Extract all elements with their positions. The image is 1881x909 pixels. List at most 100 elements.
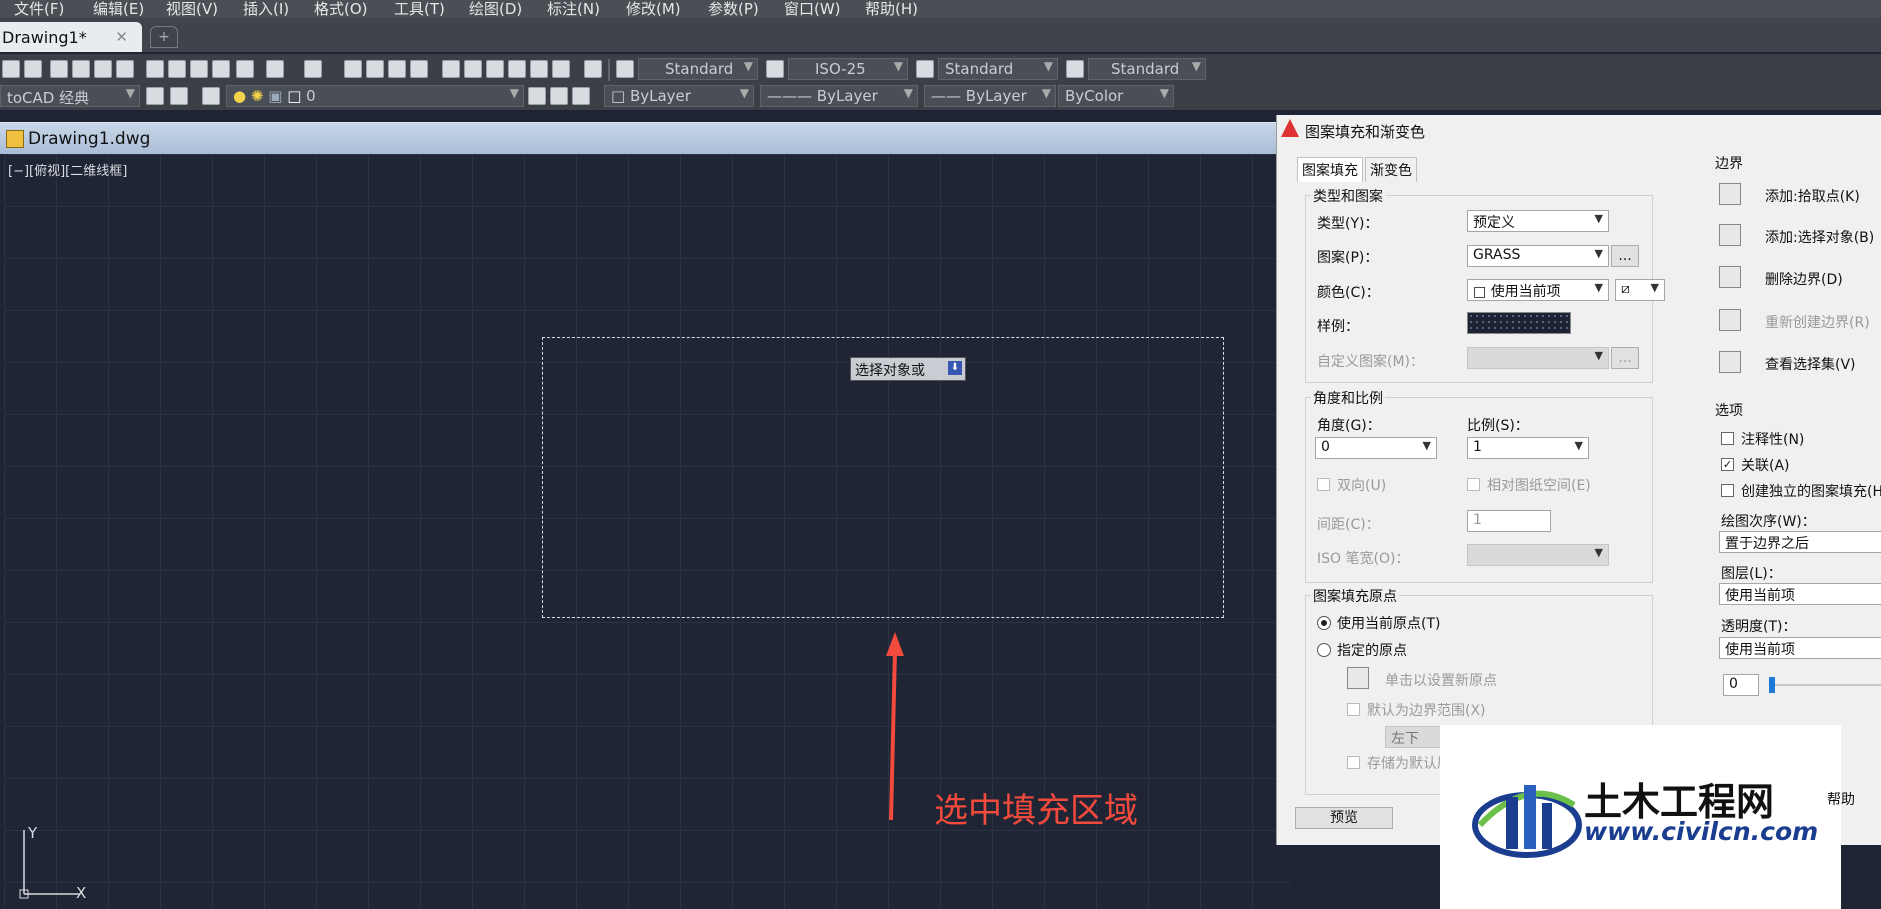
- menu-file[interactable]: 文件(F): [14, 0, 64, 19]
- customize-icon[interactable]: [170, 87, 188, 105]
- separate-hatches-checkbox[interactable]: [1721, 484, 1734, 497]
- view-selections-icon[interactable]: [1719, 351, 1741, 373]
- table-style-select[interactable]: Standard ▼: [938, 58, 1058, 80]
- spacing-input[interactable]: 1: [1467, 510, 1551, 532]
- dim-style-icon[interactable]: [766, 60, 784, 78]
- down-arrow-icon[interactable]: ⬇: [948, 361, 962, 375]
- print-preview-icon[interactable]: [72, 60, 90, 78]
- lineweight-select[interactable]: —— ByLayer ▼: [924, 85, 1056, 107]
- draw-order-select[interactable]: 置于边界之后: [1719, 531, 1881, 553]
- dim-style-select[interactable]: ISO-25 ▼: [788, 58, 908, 80]
- match-properties-icon[interactable]: [212, 60, 230, 78]
- remove-boundaries-button[interactable]: 删除边界(D): [1765, 269, 1843, 289]
- transparency-slider-thumb[interactable]: [1769, 677, 1775, 693]
- block-editor-icon[interactable]: [236, 60, 254, 78]
- menu-view[interactable]: 视图(V): [166, 0, 218, 19]
- cut-icon[interactable]: [146, 60, 164, 78]
- add-pick-points-icon[interactable]: [1719, 183, 1741, 205]
- transparency-select[interactable]: 使用当前项: [1719, 637, 1881, 659]
- layer-select[interactable]: ● ✺ ▣ □ 0 ▼: [226, 85, 524, 107]
- remove-boundaries-icon[interactable]: [1719, 266, 1741, 288]
- default-extent-checkbox[interactable]: [1347, 703, 1360, 716]
- zoom-window-icon[interactable]: [388, 60, 406, 78]
- pattern-browse-button[interactable]: ...: [1611, 245, 1639, 267]
- design-center-icon[interactable]: [464, 60, 482, 78]
- menu-insert[interactable]: 插入(I): [243, 0, 289, 19]
- text-style-select[interactable]: Standard ▼: [638, 58, 758, 80]
- add-pick-points-button[interactable]: 添加:拾取点(K): [1765, 186, 1860, 206]
- pan-icon[interactable]: [344, 60, 362, 78]
- menu-dimension[interactable]: 标注(N): [547, 0, 600, 19]
- linetype-select[interactable]: ——— ByLayer ▼: [760, 85, 918, 107]
- custom-pattern-browse-button[interactable]: ...: [1611, 347, 1639, 369]
- pattern-sample-swatch[interactable]: [1467, 312, 1571, 334]
- relative-paper-checkbox[interactable]: [1467, 478, 1480, 491]
- layer-state-icon[interactable]: [572, 87, 590, 105]
- multileader-style-icon[interactable]: [1066, 60, 1084, 78]
- specified-origin-radio[interactable]: [1317, 643, 1331, 657]
- viewport-controls[interactable]: [−][俯视][二维线框]: [8, 160, 127, 179]
- new-icon[interactable]: [2, 60, 20, 78]
- menu-format[interactable]: 格式(O): [314, 0, 368, 19]
- type-select[interactable]: 预定义 ▼: [1467, 210, 1609, 232]
- add-select-objects-button[interactable]: 添加:选择对象(B): [1765, 227, 1874, 247]
- undo-icon[interactable]: [266, 60, 284, 78]
- quickcalc-icon[interactable]: [552, 60, 570, 78]
- scale-select[interactable]: 1 ▼: [1467, 437, 1589, 459]
- hatch-layer-select[interactable]: 使用当前项: [1719, 583, 1881, 605]
- 3d-print-icon[interactable]: [116, 60, 134, 78]
- zoom-previous-icon[interactable]: [410, 60, 428, 78]
- current-origin-radio[interactable]: [1317, 616, 1331, 630]
- preview-button[interactable]: 预览: [1295, 807, 1393, 829]
- hatch-color-select[interactable]: □ 使用当前项 ▼: [1467, 279, 1609, 301]
- pattern-select[interactable]: GRASS ▼: [1467, 245, 1609, 267]
- paste-icon[interactable]: [190, 60, 208, 78]
- multileader-style-select[interactable]: Standard ▼: [1088, 58, 1206, 80]
- iso-pen-select[interactable]: ▼: [1467, 544, 1609, 566]
- tab-gradient[interactable]: 渐变色: [1365, 157, 1417, 182]
- markup-icon[interactable]: [530, 60, 548, 78]
- menu-tools[interactable]: 工具(T): [394, 0, 445, 19]
- background-color-select[interactable]: ⧄ ▼: [1615, 279, 1665, 301]
- table-style-icon[interactable]: [916, 60, 934, 78]
- color-select[interactable]: □ ByLayer ▼: [604, 85, 754, 107]
- menu-window[interactable]: 窗口(W): [784, 0, 841, 19]
- angle-select[interactable]: 0 ▼: [1315, 437, 1437, 459]
- make-current-layer-icon[interactable]: [528, 87, 546, 105]
- close-icon[interactable]: ✕: [115, 28, 128, 46]
- store-default-checkbox[interactable]: [1347, 756, 1360, 769]
- annotative-checkbox[interactable]: [1721, 432, 1734, 445]
- add-select-objects-icon[interactable]: [1719, 224, 1741, 246]
- layer-previous-icon[interactable]: [550, 87, 568, 105]
- redo-icon[interactable]: [304, 60, 322, 78]
- properties-icon[interactable]: [442, 60, 460, 78]
- custom-pattern-select[interactable]: ▼: [1467, 347, 1609, 369]
- layer-properties-icon[interactable]: [202, 87, 220, 105]
- associative-checkbox[interactable]: ✓: [1721, 458, 1734, 471]
- zoom-realtime-icon[interactable]: [366, 60, 384, 78]
- publish-icon[interactable]: [94, 60, 112, 78]
- sheet-set-icon[interactable]: [508, 60, 526, 78]
- menu-draw[interactable]: 绘图(D): [469, 0, 522, 19]
- tab-drawing1[interactable]: Drawing1* ✕: [0, 22, 142, 52]
- menu-parametric[interactable]: 参数(P): [708, 0, 759, 19]
- help-button[interactable]: 帮助: [1827, 789, 1855, 809]
- menu-modify[interactable]: 修改(M): [626, 0, 681, 19]
- plotstyle-select[interactable]: ByColor ▼: [1058, 85, 1174, 107]
- view-selections-button[interactable]: 查看选择集(V): [1765, 354, 1856, 374]
- new-tab-button[interactable]: +: [150, 26, 178, 48]
- recreate-boundary-icon[interactable]: [1719, 309, 1741, 331]
- tab-hatch[interactable]: 图案填充: [1297, 157, 1363, 182]
- transparency-value-input[interactable]: 0: [1723, 674, 1759, 696]
- text-style-icon[interactable]: [616, 60, 634, 78]
- recreate-boundary-button[interactable]: 重新创建边界(R): [1765, 312, 1870, 332]
- print-icon[interactable]: [50, 60, 68, 78]
- set-origin-icon[interactable]: [1347, 667, 1369, 689]
- tool-palettes-icon[interactable]: [486, 60, 504, 78]
- double-checkbox[interactable]: [1317, 478, 1330, 491]
- workspace-select[interactable]: toCAD 经典 ▼: [0, 85, 140, 107]
- copy-icon[interactable]: [168, 60, 186, 78]
- menu-edit[interactable]: 编辑(E): [93, 0, 144, 19]
- help-icon[interactable]: [584, 60, 602, 78]
- workspace-settings-icon[interactable]: [146, 87, 164, 105]
